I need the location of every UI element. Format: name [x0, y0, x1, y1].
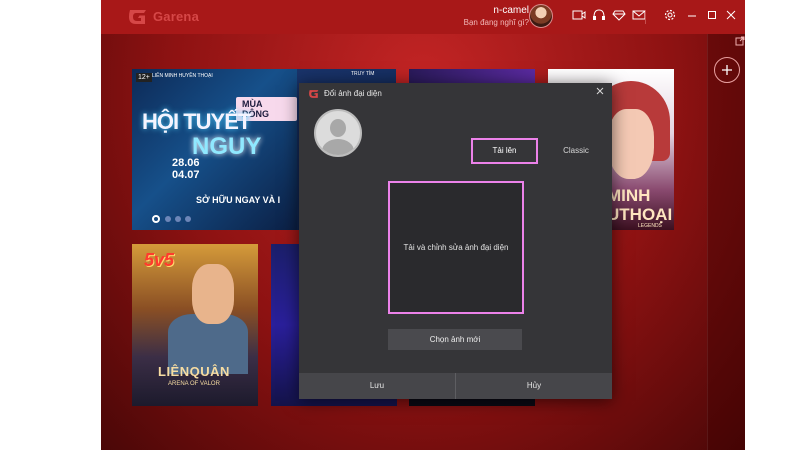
banner-headline-1: HỘI TUYẾT [142, 109, 251, 134]
dialog-footer: Lưu Hủy [299, 373, 612, 399]
maximize-icon[interactable] [704, 9, 720, 25]
game-title: LIÊNQUÂN [158, 364, 230, 379]
banner-date-end: 04.07 [172, 169, 200, 181]
garena-logo[interactable]: Garena [127, 6, 227, 28]
headset-icon[interactable] [591, 9, 607, 25]
banner-subline: SỞ HỮU NGAY VÀ I [196, 195, 281, 205]
hero-face [192, 264, 234, 324]
current-avatar [314, 109, 362, 157]
banner-lmht-line-1: MINH [607, 186, 651, 205]
titlebar-separator [645, 10, 646, 24]
carousel-dot[interactable] [185, 216, 191, 222]
game-tile-lienquan[interactable]: 5v5 LIÊNQUÂN ARENA OF VALOR [132, 244, 258, 406]
close-icon[interactable] [594, 87, 606, 99]
banner-headline-2: NGUY [192, 133, 262, 160]
avatar-placeholder-head [330, 119, 346, 137]
champion-face [608, 109, 654, 179]
right-sidebar [707, 34, 745, 450]
banner-lmht-line-2: UTHOẠI [607, 205, 673, 224]
carousel-dot[interactable] [165, 216, 171, 222]
choose-new-image-button[interactable]: Chọn ảnh mới [388, 329, 522, 350]
upload-drop-area[interactable]: Tải và chỉnh sửa ảnh đại diện [388, 181, 524, 314]
dialog-title: Đổi ảnh đại diện [324, 89, 382, 98]
user-status[interactable]: Bạn đang nghĩ gì? [464, 17, 529, 29]
close-icon[interactable] [723, 9, 739, 25]
gear-icon[interactable] [662, 9, 678, 25]
camera-icon[interactable] [571, 9, 587, 25]
banner-brand: LIÊN MINH HUYỀN THOẠI [152, 73, 213, 79]
banner-secondary-label: TRUY TÌM [351, 71, 375, 77]
banner-dates: 28.06 04.07 [172, 157, 200, 181]
banner-date-start: 28.06 [172, 157, 200, 169]
game-mode-badge: 5v5 [144, 250, 175, 270]
save-button[interactable]: Lưu [299, 373, 455, 399]
avatar-placeholder-body [322, 139, 354, 155]
cancel-button[interactable]: Hủy [456, 373, 612, 399]
featured-banner[interactable]: 12+ LIÊN MINH HUYỀN THOẠI MÙA ĐÔNG HỘI T… [132, 69, 297, 230]
change-avatar-dialog: Đổi ảnh đại diện Tải lên Classic Tải và … [299, 83, 612, 399]
garena-logo-icon [129, 10, 146, 24]
age-rating-badge: 12+ [136, 73, 152, 82]
tab-classic[interactable]: Classic [551, 141, 601, 161]
add-button[interactable] [714, 57, 740, 83]
carousel-dot[interactable] [175, 216, 181, 222]
user-info[interactable]: n-camel Bạn đang nghĩ gì? [464, 5, 529, 29]
banner-lmht-line-3: LEGENDS [638, 223, 662, 229]
dialog-header: Đổi ảnh đại diện [299, 83, 612, 105]
garena-wordmark: Garena [153, 9, 200, 24]
carousel-dot-active[interactable] [152, 215, 160, 223]
upload-hint: Tải và chỉnh sửa ảnh đại diện [403, 243, 509, 252]
minimize-icon[interactable] [684, 9, 700, 25]
tab-upload[interactable]: Tải lên [471, 138, 538, 164]
titlebar: Garena n-camel Bạn đang nghĩ gì? [101, 0, 745, 34]
game-subtitle: ARENA OF VALOR [168, 381, 220, 387]
garena-logo-icon [309, 90, 319, 98]
gem-icon[interactable] [611, 9, 627, 25]
user-avatar[interactable] [529, 4, 553, 28]
popout-icon[interactable] [735, 36, 745, 46]
username: n-camel [493, 5, 529, 16]
